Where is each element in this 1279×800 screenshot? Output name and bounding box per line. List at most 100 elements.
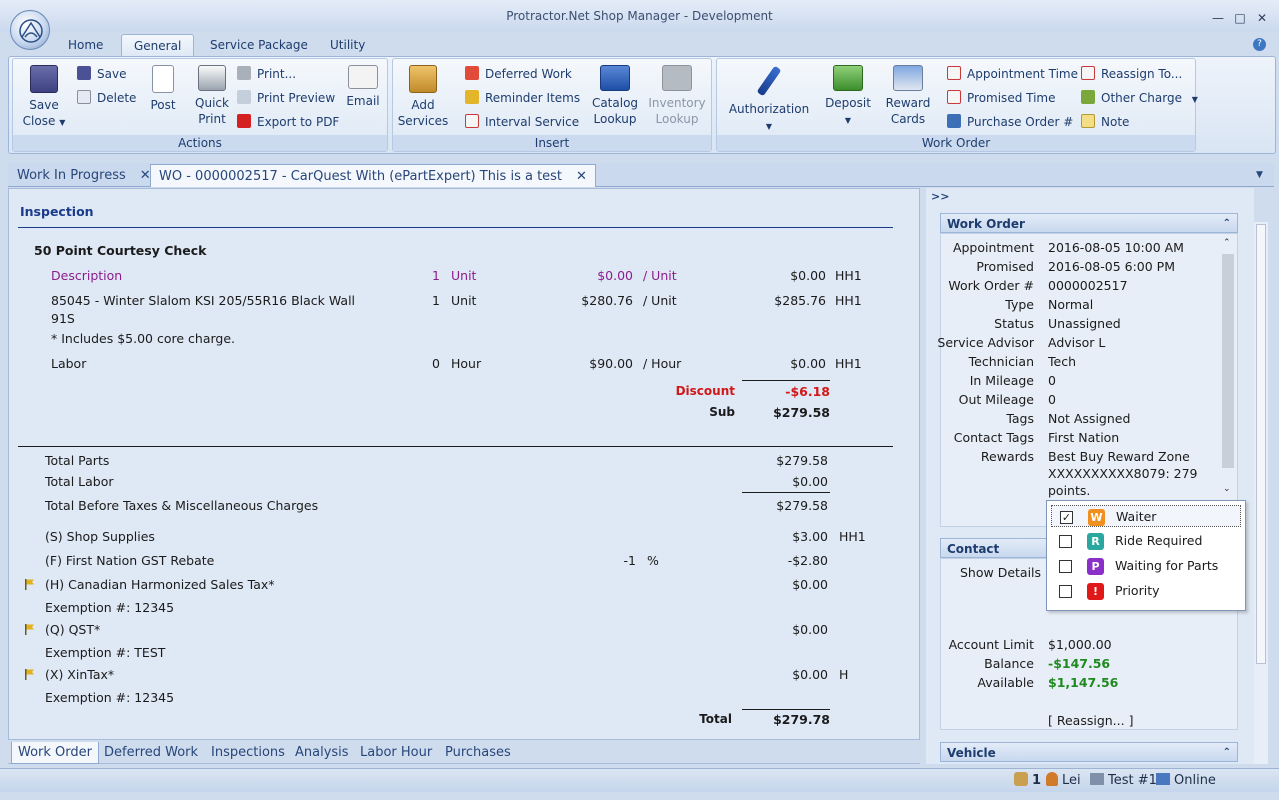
post-button[interactable]: Post — [143, 65, 183, 113]
tab-purchases[interactable]: Purchases — [439, 742, 517, 764]
panel-scrollbar[interactable]: ⌃ ⌄ — [1221, 236, 1235, 498]
work-order-panel-header[interactable]: Work Order ⌃ — [940, 213, 1238, 233]
field-value-work-order: 0000002517 — [1048, 278, 1128, 293]
reward-cards-button[interactable]: Reward Cards — [883, 65, 933, 127]
total-labor-label: Total Labor — [45, 474, 114, 489]
show-details-link[interactable]: Show Details — [960, 565, 1041, 580]
parts-tag-icon: P — [1087, 558, 1104, 575]
other-charge-button[interactable]: Other Charge ▼ — [1081, 89, 1198, 107]
save-close-button[interactable]: Save Close ▼ — [19, 65, 69, 131]
inventory-lookup-button[interactable]: Inventory Lookup — [647, 65, 707, 127]
export-pdf-button[interactable]: Export to PDF — [237, 113, 339, 131]
expand-panel-button[interactable]: >> — [931, 190, 949, 203]
messages-indicator[interactable]: 1 — [1014, 772, 1041, 790]
account-limit-label: Account Limit — [948, 637, 1034, 652]
tab-list-dropdown-icon[interactable]: ▼ — [1256, 170, 1263, 180]
side-panel-scrollbar[interactable] — [1254, 222, 1268, 764]
appointment-time-button[interactable]: Appointment Time — [947, 65, 1078, 83]
tag-option-waiter[interactable]: ✓ W Waiter — [1051, 505, 1241, 527]
hst-label: (H) Canadian Harmonized Sales Tax* — [45, 577, 275, 592]
checkbox[interactable] — [1059, 535, 1072, 548]
protractor-logo-icon — [19, 19, 43, 43]
collapse-icon[interactable]: ⌃ — [1223, 743, 1231, 763]
insert-group: Add Services Deferred Work Reminder Items… — [392, 58, 712, 152]
collapse-icon[interactable]: ⌃ — [1223, 214, 1231, 234]
book-icon — [600, 65, 630, 91]
pdf-icon — [237, 114, 251, 128]
tab-work-order[interactable]: Work Order — [11, 742, 99, 764]
tags-dropdown[interactable]: ✓ W Waiter R Ride Required P Waiting for… — [1046, 500, 1246, 611]
tag-option-waiting-for-parts[interactable]: P Waiting for Parts — [1051, 555, 1241, 577]
quick-print-button[interactable]: Quick Print — [189, 65, 235, 127]
online-icon — [1156, 773, 1170, 785]
flag-icon[interactable] — [24, 624, 35, 635]
save-button[interactable]: Save — [77, 65, 126, 83]
promised-time-button[interactable]: Promised Time — [947, 89, 1056, 107]
reassign-to-button[interactable]: Reassign To... — [1081, 65, 1182, 83]
catalog-lookup-button[interactable]: Catalog Lookup — [589, 65, 641, 127]
tab-labor-hour[interactable]: Labor Hour — [354, 742, 438, 764]
scroll-up-icon[interactable]: ⌃ — [1223, 238, 1231, 248]
qst-exemption: Exemption #: TEST — [45, 645, 166, 660]
tab-work-order-0000002517[interactable]: WO - 0000002517 - CarQuest With (ePartEx… — [150, 164, 596, 187]
flag-icon[interactable] — [24, 579, 35, 590]
terminal-indicator[interactable]: Test #1 — [1090, 772, 1157, 790]
hst-value: $0.00 — [792, 577, 828, 592]
checkbox[interactable] — [1059, 560, 1072, 573]
qst-label: (Q) QST* — [45, 622, 101, 637]
field-value-tags[interactable]: Not Assigned — [1048, 411, 1130, 426]
minimize-icon[interactable]: — — [1208, 10, 1228, 26]
print-button[interactable]: Print... — [237, 65, 296, 83]
checkbox-checked[interactable]: ✓ — [1060, 511, 1073, 524]
reassign-link[interactable]: [ Reassign... ] — [1048, 713, 1133, 728]
available-value: $1,147.56 — [1048, 675, 1119, 690]
reminder-items-button[interactable]: Reminder Items — [465, 89, 580, 107]
field-label: Technician — [968, 354, 1034, 369]
package-title: 50 Point Courtesy Check — [34, 243, 207, 258]
ribbon-tab-service-package[interactable]: Service Package — [198, 34, 320, 56]
delete-button[interactable]: Delete — [77, 89, 136, 107]
ribbon-tab-general[interactable]: General — [121, 34, 195, 56]
tab-work-in-progress[interactable]: Work In Progress ✕ — [9, 164, 159, 187]
balance-value: -$147.56 — [1048, 656, 1111, 671]
interval-service-button[interactable]: Interval Service — [465, 113, 579, 131]
inventory-icon — [662, 65, 692, 91]
deferred-work-button[interactable]: Deferred Work — [465, 65, 572, 83]
close-tab-icon[interactable]: ✕ — [576, 169, 587, 184]
app-menu-button[interactable] — [10, 10, 50, 50]
tag-option-priority[interactable]: ! Priority — [1051, 580, 1241, 602]
field-label: Out Mileage — [958, 392, 1034, 407]
coins-icon — [1081, 90, 1095, 104]
maximize-icon[interactable]: □ — [1230, 10, 1250, 26]
field-value-in-mileage: 0 — [1048, 373, 1056, 388]
vehicle-panel-header[interactable]: Vehicle ⌃ — [940, 742, 1238, 762]
add-services-button[interactable]: Add Services — [397, 65, 449, 129]
hst-exemption: Exemption #: 12345 — [45, 600, 175, 615]
checkbox[interactable] — [1059, 585, 1072, 598]
deposit-button[interactable]: Deposit ▼ — [823, 65, 873, 129]
tab-deferred-work[interactable]: Deferred Work — [98, 742, 204, 764]
authorization-button[interactable]: Authorization ▼ — [727, 65, 811, 135]
tab-analysis[interactable]: Analysis — [289, 742, 355, 764]
help-icon[interactable]: ? — [1253, 38, 1266, 51]
tab-inspections[interactable]: Inspections — [205, 742, 291, 764]
field-value-contact-tags: First Nation — [1048, 430, 1120, 445]
scroll-thumb[interactable] — [1222, 254, 1234, 468]
close-icon[interactable]: ✕ — [1252, 10, 1272, 26]
connection-indicator[interactable]: Online — [1156, 772, 1216, 790]
ribbon-tab-home[interactable]: Home — [56, 34, 115, 56]
print-preview-button[interactable]: Print Preview — [237, 89, 335, 107]
field-label: Contact Tags — [953, 430, 1034, 445]
email-button[interactable]: Email — [343, 65, 383, 109]
user-indicator[interactable]: Lei — [1046, 772, 1081, 790]
note-button[interactable]: Note — [1081, 113, 1129, 131]
waiter-tag-icon: W — [1088, 509, 1105, 526]
xintax-exemption: Exemption #: 12345 — [45, 690, 175, 705]
scroll-down-icon[interactable]: ⌄ — [1223, 484, 1231, 494]
scroll-thumb[interactable] — [1256, 224, 1266, 664]
flag-icon[interactable] — [24, 669, 35, 680]
purchase-order-button[interactable]: Purchase Order # — [947, 113, 1073, 131]
tag-option-ride-required[interactable]: R Ride Required — [1051, 530, 1241, 552]
ribbon-tab-utility[interactable]: Utility — [318, 34, 377, 56]
balance-label: Balance — [984, 656, 1034, 671]
